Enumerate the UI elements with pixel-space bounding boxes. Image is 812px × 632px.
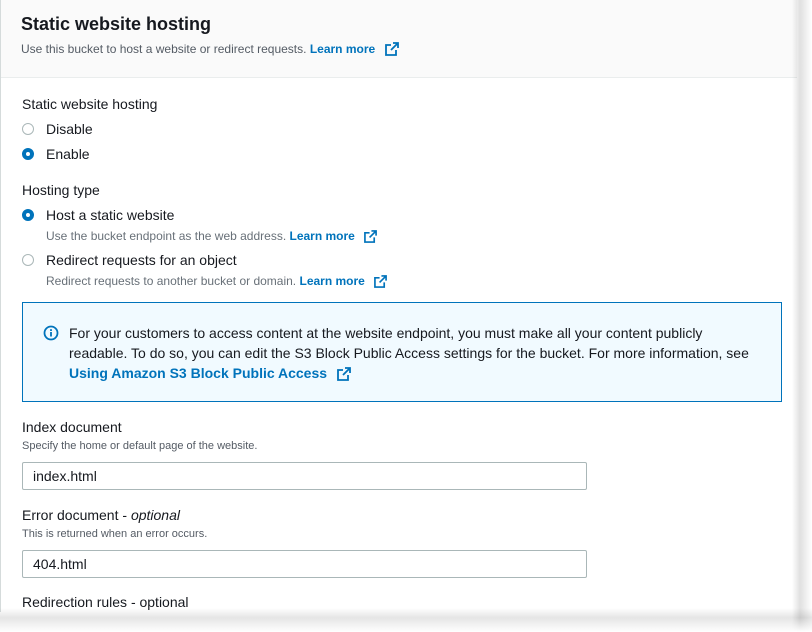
optional-tag: optional	[130, 507, 180, 523]
redirect-learn-more-link[interactable]: Learn more	[299, 274, 364, 288]
radio-enable[interactable]: Enable	[22, 145, 777, 164]
index-document-label: Index document	[22, 419, 122, 435]
external-link-icon[interactable]	[337, 367, 351, 381]
error-document-field: Error document - optional This is return…	[22, 506, 777, 578]
external-link-icon[interactable]	[374, 275, 388, 288]
radio-redirect-label: Redirect requests for an object	[46, 252, 237, 268]
radio-host-static-label: Host a static website	[46, 207, 175, 223]
radio-disable-circle[interactable]	[22, 123, 34, 135]
host-static-desc-text: Use the bucket endpoint as the web addre…	[46, 229, 287, 243]
static-website-hosting-panel: Static website hosting Use this bucket t…	[0, 0, 797, 612]
torn-edge-shadow-right	[792, 0, 812, 632]
hosting-label: Static website hosting	[22, 96, 158, 112]
index-document-field: Index document Specify the home or defau…	[22, 418, 777, 490]
radio-redirect[interactable]: Redirect requests for an object Redirect…	[22, 251, 777, 290]
index-document-desc: Specify the home or default page of the …	[22, 440, 258, 452]
page-subtitle: Use this bucket to host a website or red…	[21, 40, 777, 58]
info-message: For your customers to access content at …	[69, 325, 749, 361]
error-document-label: Error document - optional	[22, 506, 777, 524]
radio-disable[interactable]: Disable	[22, 120, 777, 139]
block-public-access-link[interactable]: Using Amazon S3 Block Public Access	[69, 365, 327, 381]
host-static-learn-more-link[interactable]: Learn more	[290, 229, 355, 243]
info-alert: For your customers to access content at …	[22, 302, 782, 402]
learn-more-link[interactable]: Learn more	[310, 42, 375, 56]
external-link-icon[interactable]	[364, 230, 378, 243]
radio-redirect-desc: Redirect requests to another bucket or d…	[46, 272, 388, 290]
error-document-desc: This is returned when an error occurs.	[22, 528, 208, 540]
error-document-label-text: Error document -	[22, 507, 131, 523]
panel-body: Static website hosting Disable Enable Ho…	[1, 78, 797, 610]
hosting-type-label: Hosting type	[22, 182, 100, 198]
radio-enable-label: Enable	[46, 146, 90, 162]
external-link-icon[interactable]	[384, 42, 399, 56]
radio-disable-label: Disable	[46, 121, 93, 137]
page-title: Static website hosting	[21, 14, 212, 34]
radio-host-static[interactable]: Host a static website Use the bucket end…	[22, 206, 777, 245]
radio-enable-circle[interactable]	[22, 148, 34, 160]
index-document-input[interactable]	[22, 462, 587, 490]
radio-redirect-circle[interactable]	[22, 254, 34, 266]
panel-header: Static website hosting Use this bucket t…	[1, 0, 797, 78]
error-document-input[interactable]	[22, 550, 587, 578]
radio-host-static-desc: Use the bucket endpoint as the web addre…	[46, 227, 378, 245]
torn-edge-shadow-bottom	[0, 608, 812, 632]
info-text: For your customers to access content at …	[69, 323, 757, 383]
redirect-desc-text: Redirect requests to another bucket or d…	[46, 274, 297, 288]
radio-host-static-circle[interactable]	[22, 209, 34, 221]
info-icon	[43, 325, 59, 341]
subtitle-text: Use this bucket to host a website or red…	[21, 42, 307, 56]
